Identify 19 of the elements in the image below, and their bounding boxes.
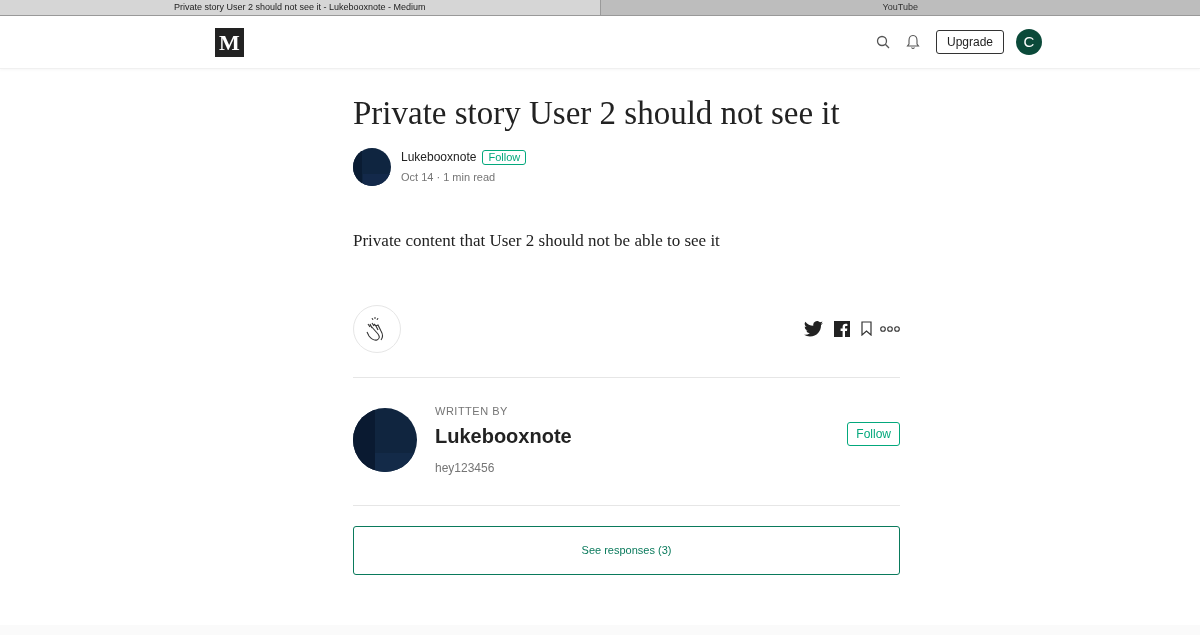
logo[interactable]: M bbox=[215, 27, 244, 57]
search-icon[interactable] bbox=[875, 35, 890, 49]
browser-tab[interactable]: YouTube bbox=[600, 0, 1200, 15]
written-by-label: WRITTEN BY bbox=[435, 403, 509, 419]
upgrade-button[interactable]: Upgrade bbox=[935, 30, 1004, 54]
more-icon[interactable] bbox=[880, 325, 900, 332]
bell-icon[interactable] bbox=[905, 34, 920, 50]
article-title: Private story User 2 should not see it bbox=[353, 94, 841, 133]
article-body: Private content that User 2 should not be able to see it bbox=[353, 230, 721, 252]
bird-icon[interactable] bbox=[804, 320, 823, 337]
user-avatar[interactable]: C bbox=[1016, 29, 1042, 55]
browser-tab[interactable]: Private story User 2 should not see it - Lukebooxnote - Medium bbox=[0, 0, 601, 15]
author-bio: hey123456 bbox=[435, 460, 496, 477]
article-meta: Oct 14 · 1 min read bbox=[401, 170, 497, 186]
facebook-icon[interactable] bbox=[834, 320, 850, 337]
author-name[interactable]: Lukebooxnote bbox=[435, 421, 848, 451]
bookmark-icon[interactable] bbox=[861, 321, 872, 336]
author-name[interactable]: Lukebooxnote bbox=[401, 148, 477, 167]
see-responses-button[interactable]: See responses (3) bbox=[353, 526, 900, 575]
